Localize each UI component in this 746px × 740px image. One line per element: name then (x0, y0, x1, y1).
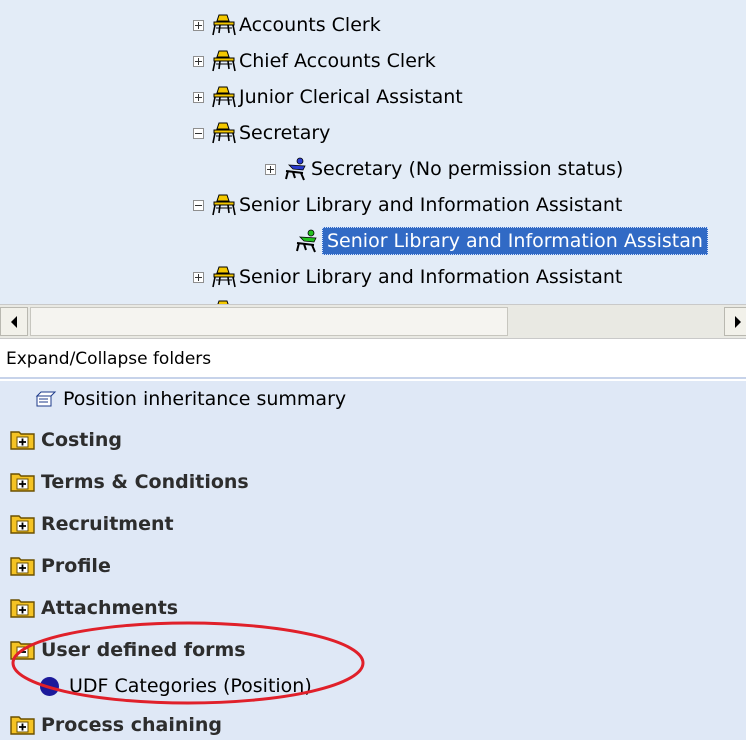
folder-plus-icon (10, 599, 35, 618)
expand-toggle[interactable] (193, 91, 204, 103)
folder-plus-icon (10, 431, 35, 450)
tree-node-label: Secretary (239, 122, 331, 144)
folder-plus-icon (10, 473, 35, 492)
folder-profile[interactable]: Profile (10, 551, 111, 581)
collapse-toggle[interactable] (193, 199, 204, 211)
folder-label: Attachments (41, 597, 179, 619)
tree-node[interactable]: Senior Library and Information Assistant (193, 262, 622, 292)
udf-label: UDF Categories (Position) (69, 675, 312, 697)
folder-process-chaining[interactable]: Process chaining (10, 710, 222, 740)
tree-node-label: Accounts Clerk (239, 14, 381, 36)
position-chair-icon (212, 86, 236, 108)
folder-attachments[interactable]: Attachments (10, 593, 178, 623)
position-chair-icon (212, 14, 236, 36)
tree-node[interactable]: Junior Clerical Assistant (193, 82, 463, 112)
arrow-right-icon (735, 315, 741, 328)
folder-user-defined-forms[interactable]: User defined forms (10, 635, 246, 665)
folder-label: User defined forms (41, 639, 246, 661)
folder-recruitment[interactable]: Recruitment (10, 509, 174, 539)
udf-categories-link[interactable]: UDF Categories (Position) (40, 671, 312, 701)
tree-node-label: Junior Clerical Assistant (239, 86, 463, 108)
green-person-icon (296, 229, 317, 253)
summary-label: Position inheritance summary (63, 388, 347, 410)
tree-node-label: Chief Accounts Clerk (239, 50, 436, 72)
tree-node-label: Secretary (No permission status) (311, 158, 624, 180)
horizontal-scrollbar[interactable] (0, 304, 746, 339)
folder-label: Costing (41, 429, 123, 451)
arrow-left-icon (11, 315, 17, 328)
tree-node-label: Senior Library and Information Assistan (322, 227, 708, 255)
position-chair-icon (212, 266, 236, 288)
scroll-left-button[interactable] (0, 307, 28, 336)
folder-label: Profile (41, 555, 111, 577)
expand-toggle[interactable] (193, 271, 204, 283)
tree-node[interactable]: Senior Library and Information Assistant (193, 190, 622, 220)
bullet-icon (40, 676, 59, 696)
position-tree: Accounts Clerk Chief Accounts Clerk Juni… (0, 0, 746, 304)
folder-costing[interactable]: Costing (10, 425, 122, 455)
position-chair-icon (212, 50, 236, 72)
tree-node-label: Senior Library and Information Assistant (239, 266, 623, 288)
tree-node-partial (193, 296, 239, 304)
summary-form-icon (35, 391, 57, 407)
tree-node-label: Senior Library and Information Assistant (239, 194, 623, 216)
scroll-thumb[interactable] (30, 307, 508, 336)
blue-person-icon (285, 157, 306, 181)
position-inheritance-summary-link[interactable]: Position inheritance summary (35, 385, 346, 413)
tree-node[interactable]: Chief Accounts Clerk (193, 46, 436, 76)
expand-toggle[interactable] (193, 19, 204, 31)
scroll-right-button[interactable] (724, 307, 746, 336)
tree-node[interactable]: Secretary (No permission status) (265, 154, 623, 184)
expand-collapse-folders[interactable]: Expand/Collapse folders (0, 339, 746, 379)
folder-plus-icon (10, 557, 35, 576)
expand-toggle[interactable] (265, 163, 276, 175)
collapse-toggle[interactable] (193, 127, 204, 139)
folder-open-icon (10, 641, 35, 660)
tree-node-selected[interactable]: Senior Library and Information Assistan (294, 226, 708, 256)
tree-node[interactable]: Secretary (193, 118, 330, 148)
folder-terms-conditions[interactable]: Terms & Conditions (10, 467, 249, 497)
folder-label: Recruitment (41, 513, 174, 535)
folder-label: Terms & Conditions (41, 471, 249, 493)
folder-label: Process chaining (41, 714, 223, 736)
folder-plus-icon (10, 716, 35, 735)
position-chair-icon (212, 194, 236, 216)
folder-plus-icon (10, 515, 35, 534)
position-chair-icon (212, 122, 236, 144)
tree-node[interactable]: Accounts Clerk (193, 10, 381, 40)
expand-toggle[interactable] (193, 55, 204, 67)
